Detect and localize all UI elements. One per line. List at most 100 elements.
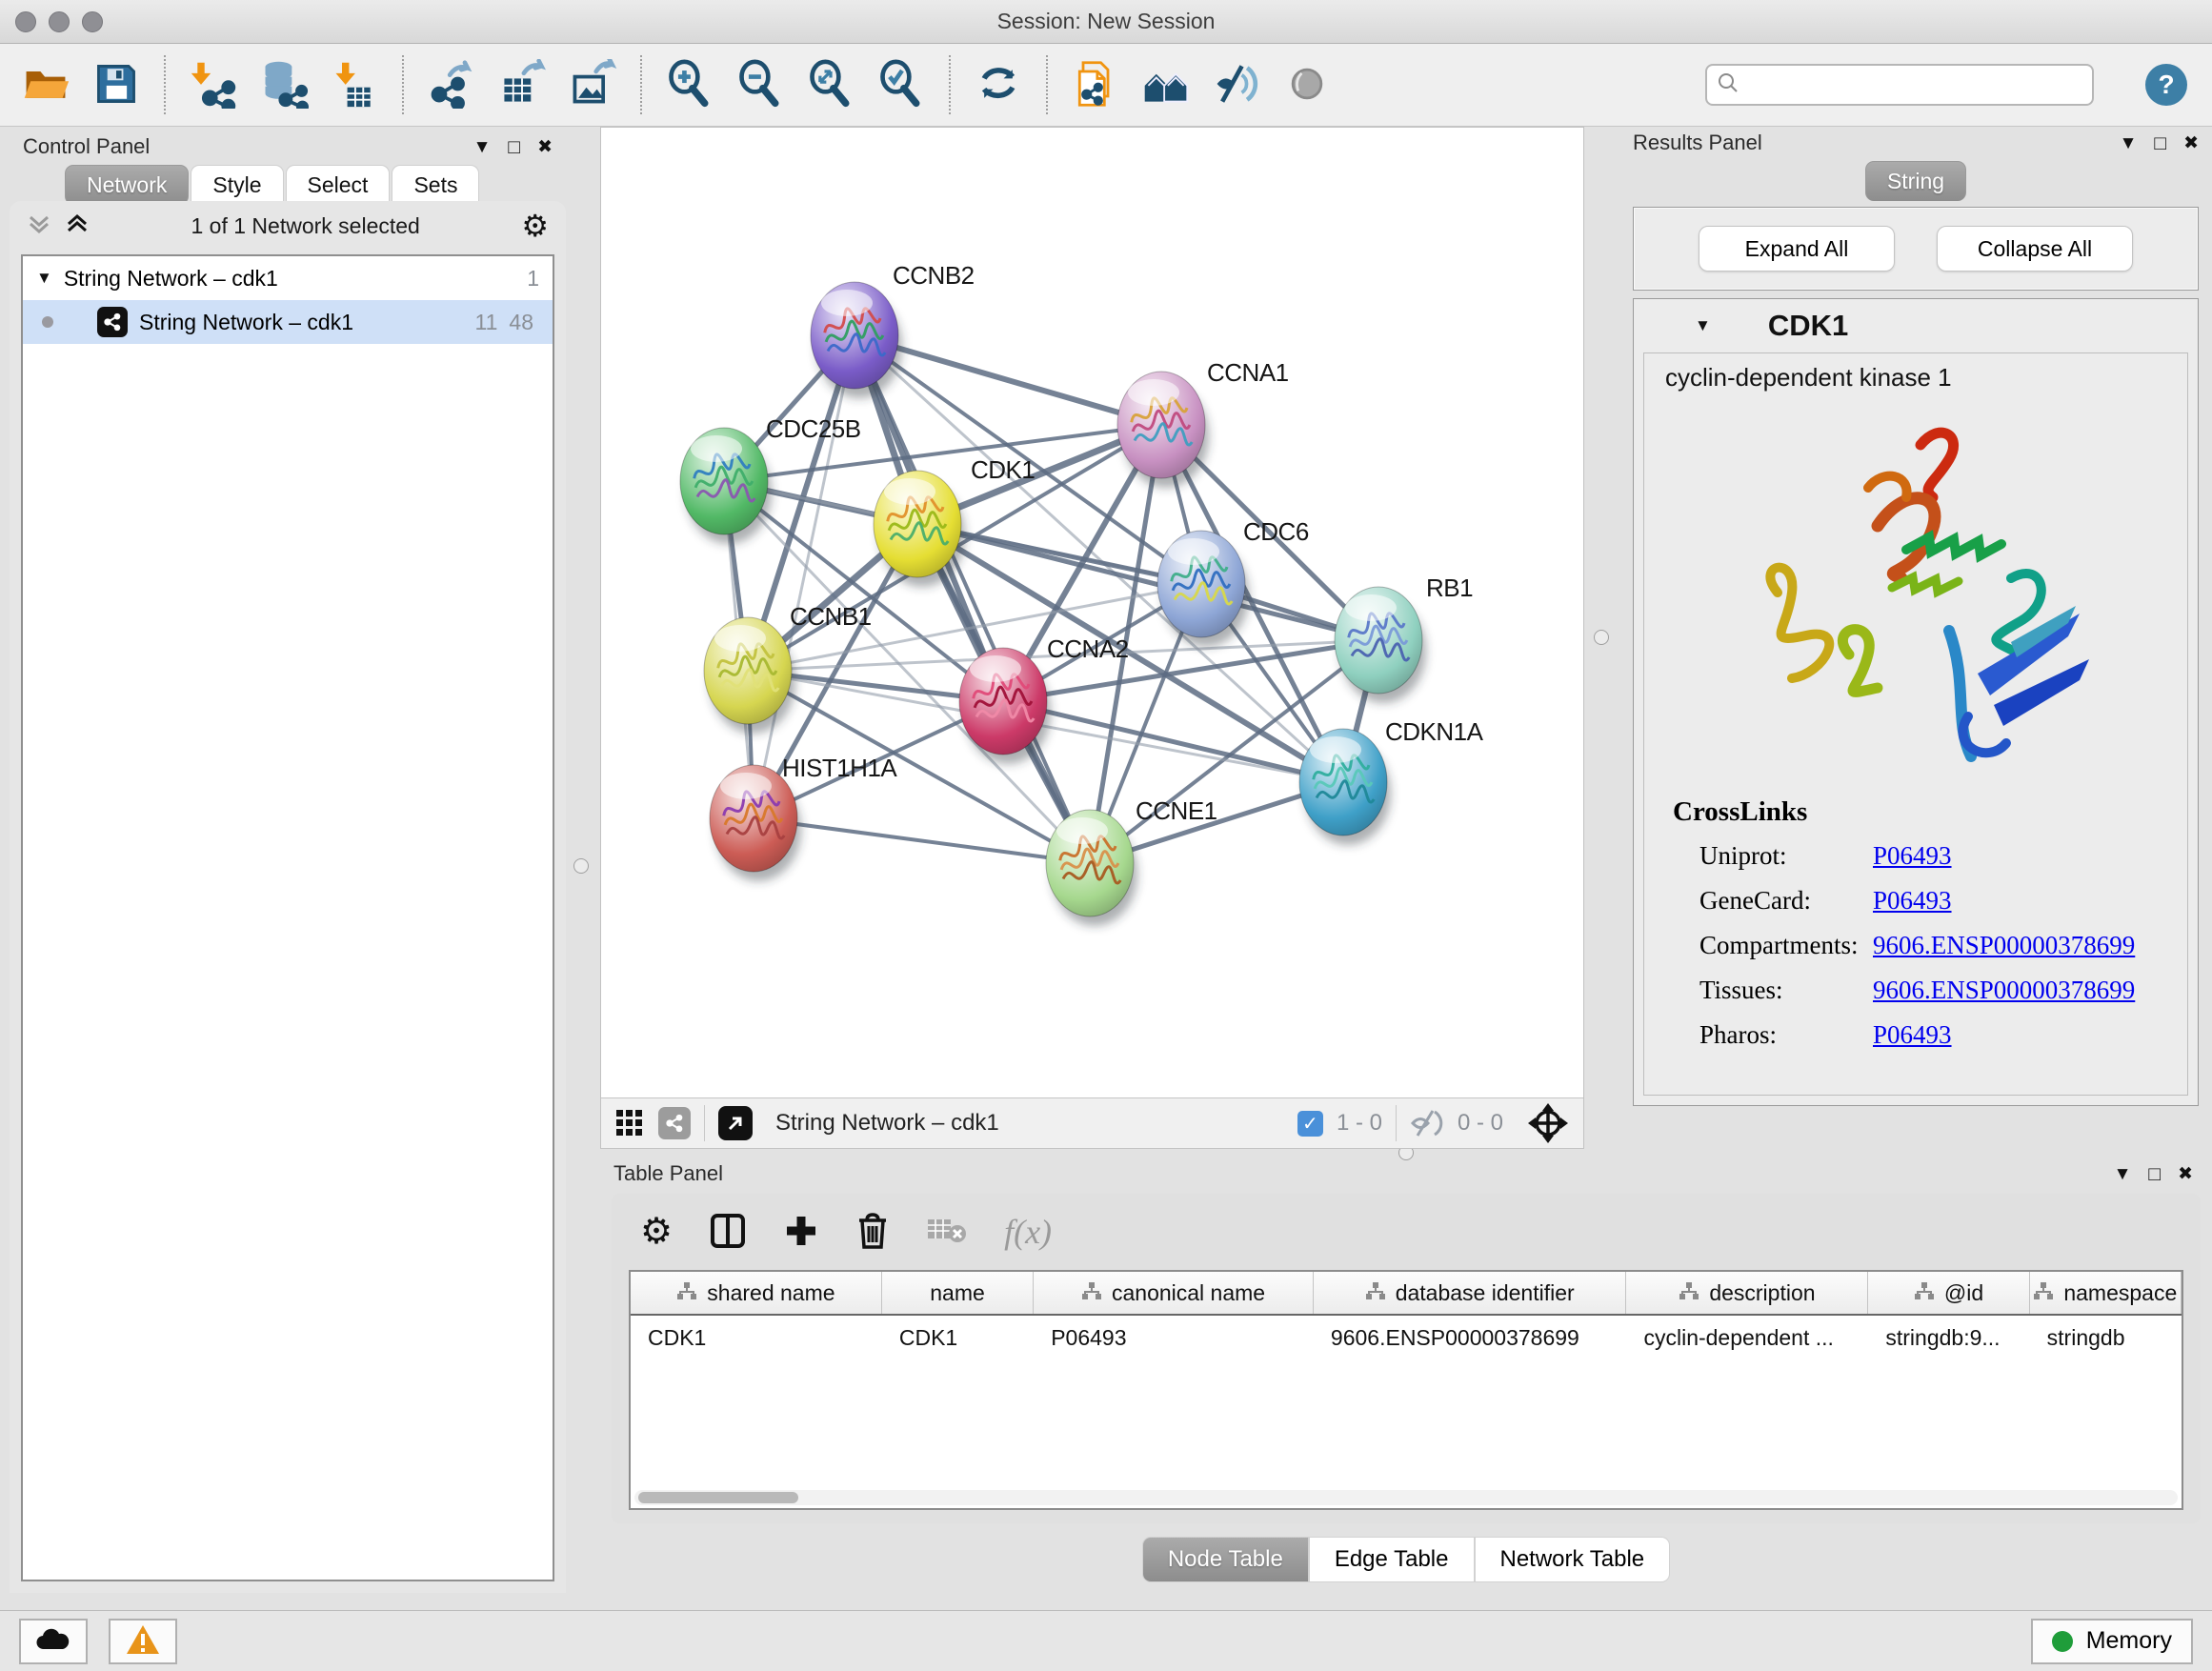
expand-all-networks-icon[interactable] xyxy=(65,211,90,241)
zoom-in-button[interactable] xyxy=(661,51,718,118)
panel-float-icon[interactable]: ▼ xyxy=(2114,1165,2132,1183)
column-header-shared-name[interactable]: shared name xyxy=(631,1272,882,1314)
panel-maximize-icon[interactable]: □ xyxy=(2154,133,2166,153)
column-header-name[interactable]: name xyxy=(882,1272,1034,1314)
minimize-window-button[interactable] xyxy=(49,11,70,32)
close-window-button[interactable] xyxy=(15,11,36,32)
bottom-splitter[interactable] xyxy=(600,1148,2212,1158)
network-node-CCNB2[interactable]: CCNB2 xyxy=(811,261,975,398)
network-options-gear-icon[interactable]: ⚙ xyxy=(521,211,549,241)
tab-edge-table[interactable]: Edge Table xyxy=(1309,1537,1475,1582)
tab-sets[interactable]: Sets xyxy=(392,165,479,205)
panel-maximize-icon[interactable]: □ xyxy=(508,137,520,157)
network-node-CDC6[interactable]: CDC6 xyxy=(1157,517,1309,647)
export-network-button[interactable] xyxy=(423,51,480,118)
network-canvas[interactable]: CCNB2CCNA1CDC25BCDK1CDC6RB1CCNB1CCNA2CDK… xyxy=(601,128,1583,1097)
zoom-fit-button[interactable] xyxy=(802,51,859,118)
tab-network-table[interactable]: Network Table xyxy=(1475,1537,1671,1582)
left-splitter[interactable] xyxy=(566,127,600,1149)
network-node-HIST1H1A[interactable]: HIST1H1A xyxy=(710,754,897,881)
tab-node-table[interactable]: Node Table xyxy=(1142,1537,1309,1582)
save-session-button[interactable] xyxy=(88,51,145,118)
hide-selected-button[interactable] xyxy=(1208,51,1265,118)
show-columns-button[interactable] xyxy=(709,1212,747,1253)
search-input[interactable] xyxy=(1747,72,2082,97)
network-node-CCNB1[interactable]: CCNB1 xyxy=(704,602,872,734)
zoom-out-button[interactable] xyxy=(732,51,789,118)
create-column-button[interactable] xyxy=(783,1213,819,1252)
horizontal-scrollbar[interactable] xyxy=(634,1490,2178,1505)
network-node-CDC25B[interactable]: CDC25B xyxy=(680,414,861,544)
tab-select[interactable]: Select xyxy=(286,165,391,205)
apply-layout-button[interactable] xyxy=(970,51,1027,118)
column-header-database-identifier[interactable]: database identifier xyxy=(1314,1272,1627,1314)
crosslink-link[interactable]: P06493 xyxy=(1873,841,1952,871)
entry-header[interactable]: ▼ CDK1 xyxy=(1634,299,2198,352)
warnings-button[interactable] xyxy=(109,1619,177,1664)
zoom-selected-button[interactable] xyxy=(873,51,930,118)
table-row[interactable]: CDK1CDK1P064939606.ENSP00000378699cyclin… xyxy=(631,1316,2182,1359)
network-node-CDKN1A[interactable]: CDKN1A xyxy=(1299,717,1484,845)
network-collection-row[interactable]: ▼ String Network – cdk1 1 xyxy=(23,256,553,300)
right-splitter-handle[interactable] xyxy=(1594,630,1609,645)
export-table-button[interactable] xyxy=(493,51,551,118)
table-cell[interactable]: stringdb xyxy=(2030,1316,2182,1359)
apply-function-button[interactable]: f(x) xyxy=(1004,1212,1052,1252)
panel-close-icon[interactable]: ✖ xyxy=(2178,1165,2193,1183)
network-node-CCNE1[interactable]: CCNE1 xyxy=(1046,796,1217,926)
column-header--id[interactable]: @id xyxy=(1868,1272,2029,1314)
crosslink-link[interactable]: P06493 xyxy=(1873,886,1952,916)
birds-eye-view-button[interactable] xyxy=(1526,1101,1570,1145)
tab-string[interactable]: String xyxy=(1865,161,1966,201)
table-cell[interactable]: cyclin-dependent ... xyxy=(1626,1316,1868,1359)
column-header-description[interactable]: description xyxy=(1626,1272,1868,1314)
network-node-CCNA2[interactable]: CCNA2 xyxy=(959,634,1129,764)
delete-column-button[interactable] xyxy=(855,1212,890,1253)
table-cell[interactable]: CDK1 xyxy=(882,1316,1034,1359)
export-image-button[interactable] xyxy=(564,51,621,118)
table-cell[interactable]: 9606.ENSP00000378699 xyxy=(1314,1316,1627,1359)
selected-checkbox-icon[interactable]: ✓ xyxy=(1297,1111,1323,1137)
crosslink-link[interactable]: P06493 xyxy=(1873,1020,1952,1050)
string-import-button[interactable] xyxy=(1067,51,1124,118)
left-splitter-handle[interactable] xyxy=(573,858,589,874)
collapse-all-networks-icon[interactable] xyxy=(27,211,51,241)
tab-style[interactable]: Style xyxy=(191,165,283,205)
panel-float-icon[interactable]: ▼ xyxy=(2120,134,2138,152)
memory-button[interactable]: Memory xyxy=(2031,1619,2193,1664)
panel-float-icon[interactable]: ▼ xyxy=(473,138,492,156)
detach-view-button[interactable] xyxy=(718,1106,753,1140)
expand-all-button[interactable]: Expand All xyxy=(1699,226,1895,272)
table-cell[interactable]: CDK1 xyxy=(631,1316,882,1359)
delete-table-button[interactable] xyxy=(926,1216,968,1249)
network-edge-CCNB2-HIST1H1A[interactable] xyxy=(754,335,855,818)
panel-close-icon[interactable]: ✖ xyxy=(537,138,553,156)
collection-caret-icon[interactable]: ▼ xyxy=(36,269,52,288)
right-splitter[interactable] xyxy=(1584,127,1619,1149)
network-edge-CDK1-RB1[interactable] xyxy=(917,524,1378,640)
entry-caret-icon[interactable]: ▼ xyxy=(1695,316,1711,335)
network-edge-HIST1H1A-CCNE1[interactable] xyxy=(754,818,1090,863)
import-table-button[interactable] xyxy=(326,51,383,118)
show-all-button[interactable] xyxy=(1278,51,1336,118)
table-cell[interactable]: P06493 xyxy=(1034,1316,1314,1359)
import-network-database-button[interactable] xyxy=(255,51,312,118)
crosslink-link[interactable]: 9606.ENSP00000378699 xyxy=(1873,931,2135,960)
first-neighbors-button[interactable] xyxy=(1137,51,1195,118)
network-view-icon[interactable] xyxy=(658,1107,691,1139)
scrollbar-thumb[interactable] xyxy=(638,1492,798,1503)
help-button[interactable]: ? xyxy=(2145,64,2187,106)
column-header-namespace[interactable]: namespace xyxy=(2030,1272,2182,1314)
network-row[interactable]: String Network – cdk1 11 48 xyxy=(23,300,553,344)
table-cell[interactable]: stringdb:9... xyxy=(1868,1316,2029,1359)
collapse-all-button[interactable]: Collapse All xyxy=(1937,226,2133,272)
network-edge-CCNB2-CCNE1[interactable] xyxy=(855,335,1090,863)
crosslink-link[interactable]: 9606.ENSP00000378699 xyxy=(1873,976,2135,1005)
column-header-canonical-name[interactable]: canonical name xyxy=(1034,1272,1314,1314)
cloud-status-button[interactable] xyxy=(19,1619,88,1664)
panel-maximize-icon[interactable]: □ xyxy=(2148,1164,2161,1184)
table-options-gear-button[interactable]: ⚙ xyxy=(640,1214,673,1250)
tab-network[interactable]: Network xyxy=(65,165,189,205)
panel-close-icon[interactable]: ✖ xyxy=(2183,134,2199,152)
zoom-window-button[interactable] xyxy=(82,11,103,32)
